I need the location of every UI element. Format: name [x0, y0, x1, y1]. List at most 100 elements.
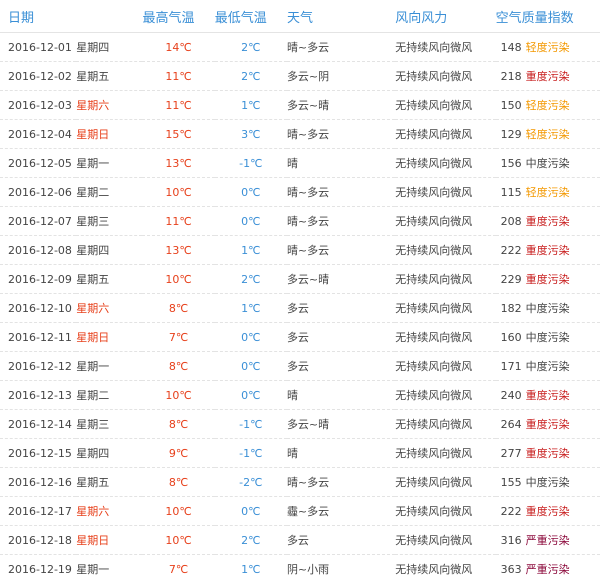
- date-cell: 2016-12-15: [0, 439, 76, 468]
- wind-cell: 无持续风向微风: [395, 468, 495, 497]
- date-cell: 2016-12-01: [0, 33, 76, 62]
- aqi-value: 160: [496, 331, 522, 344]
- wind-cell: 无持续风向微风: [395, 381, 495, 410]
- table-row: 2016-12-16星期五8℃-2℃晴~多云无持续风向微风155中度污染: [0, 468, 600, 497]
- high-temp-cell: 14℃: [142, 33, 214, 62]
- weekday-cell: 星期四: [76, 439, 142, 468]
- high-temp-cell: 8℃: [142, 410, 214, 439]
- low-temp-cell: 1℃: [215, 91, 287, 120]
- weekday-cell: 星期一: [76, 555, 142, 583]
- weather-cell: 多云: [287, 352, 395, 381]
- table-row: 2016-12-04星期日15℃3℃晴~多云无持续风向微风129轻度污染: [0, 120, 600, 149]
- aqi-cell: 150轻度污染: [496, 91, 600, 120]
- aqi-quality-label: 轻度污染: [526, 99, 570, 112]
- aqi-cell: 155中度污染: [496, 468, 600, 497]
- weekday-cell: 星期六: [76, 294, 142, 323]
- table-row: 2016-12-18星期日10℃2℃多云无持续风向微风316严重污染: [0, 526, 600, 555]
- weekday-cell: 星期二: [76, 178, 142, 207]
- aqi-cell: 218重度污染: [496, 62, 600, 91]
- weekday-cell: 星期五: [76, 62, 142, 91]
- table-row: 2016-12-10星期六8℃1℃多云无持续风向微风182中度污染: [0, 294, 600, 323]
- weather-cell: 多云: [287, 323, 395, 352]
- weather-cell: 霾~多云: [287, 497, 395, 526]
- weather-cell: 晴~多云: [287, 120, 395, 149]
- wind-cell: 无持续风向微风: [395, 265, 495, 294]
- aqi-cell: 156中度污染: [496, 149, 600, 178]
- aqi-value: 148: [496, 41, 522, 54]
- wind-cell: 无持续风向微风: [395, 207, 495, 236]
- aqi-cell: 148 轻度污染: [496, 33, 600, 62]
- date-cell: 2016-12-06: [0, 178, 76, 207]
- high-temp-cell: 8℃: [142, 352, 214, 381]
- aqi-cell: 115轻度污染: [496, 178, 600, 207]
- weekday-cell: 星期三: [76, 207, 142, 236]
- high-temp-cell: 11℃: [142, 91, 214, 120]
- date-cell: 2016-12-19: [0, 555, 76, 583]
- wind-cell: 无持续风向微风: [395, 410, 495, 439]
- aqi-quality-label: 重度污染: [526, 418, 570, 431]
- low-temp-cell: -1℃: [215, 149, 287, 178]
- aqi-value: 182: [496, 302, 522, 315]
- weekday-cell: 星期日: [76, 120, 142, 149]
- aqi-quality-label: 轻度污染: [526, 41, 570, 54]
- wind-cell: 无持续风向微风: [395, 294, 495, 323]
- weather-cell: 晴~多云: [287, 207, 395, 236]
- weekday-cell: 星期日: [76, 526, 142, 555]
- aqi-cell: 316严重污染: [496, 526, 600, 555]
- date-cell: 2016-12-04: [0, 120, 76, 149]
- date-cell: 2016-12-02: [0, 62, 76, 91]
- aqi-quality-label: 重度污染: [526, 505, 570, 518]
- aqi-quality-label: 中度污染: [526, 331, 570, 344]
- low-temp-cell: 3℃: [215, 120, 287, 149]
- aqi-value: 222: [496, 244, 522, 257]
- low-temp-cell: 1℃: [215, 555, 287, 583]
- aqi-quality-label: 严重污染: [526, 563, 570, 576]
- weekday-cell: 星期日: [76, 323, 142, 352]
- weather-cell: 晴: [287, 439, 395, 468]
- aqi-quality-label: 严重污染: [526, 534, 570, 547]
- header-wind: 风向风力: [395, 0, 495, 33]
- weather-cell: 多云~晴: [287, 91, 395, 120]
- weekday-cell: 星期六: [76, 497, 142, 526]
- high-temp-cell: 11℃: [142, 207, 214, 236]
- wind-cell: 无持续风向微风: [395, 149, 495, 178]
- aqi-quality-label: 轻度污染: [526, 128, 570, 141]
- aqi-quality-label: 重度污染: [526, 447, 570, 460]
- aqi-value: 277: [496, 447, 522, 460]
- weekday-cell: 星期五: [76, 265, 142, 294]
- header-weekday: [76, 0, 142, 33]
- high-temp-cell: 7℃: [142, 555, 214, 583]
- aqi-value: 264: [496, 418, 522, 431]
- table-row: 2016-12-15星期四9℃-1℃晴无持续风向微风277重度污染: [0, 439, 600, 468]
- low-temp-cell: 0℃: [215, 323, 287, 352]
- aqi-value: 155: [496, 476, 522, 489]
- high-temp-cell: 13℃: [142, 236, 214, 265]
- header-date: 日期: [0, 0, 76, 33]
- low-temp-cell: 0℃: [215, 381, 287, 410]
- weekday-cell: 星期一: [76, 352, 142, 381]
- weekday-cell: 星期四: [76, 236, 142, 265]
- aqi-quality-label: 中度污染: [526, 302, 570, 315]
- weather-cell: 晴~多云: [287, 178, 395, 207]
- aqi-cell: 182 中度污染: [496, 294, 600, 323]
- table-row: 2016-12-14星期三8℃-1℃多云~晴无持续风向微风264重度污染: [0, 410, 600, 439]
- low-temp-cell: 2℃: [215, 62, 287, 91]
- table-row: 2016-12-13星期二10℃0℃晴无持续风向微风240重度污染: [0, 381, 600, 410]
- wind-cell: 无持续风向微风: [395, 178, 495, 207]
- weather-cell: 多云: [287, 294, 395, 323]
- aqi-quality-label: 重度污染: [526, 215, 570, 228]
- aqi-quality-label: 重度污染: [526, 389, 570, 402]
- date-cell: 2016-12-05: [0, 149, 76, 178]
- table-row: 2016-12-01星期四14℃2℃晴~多云无持续风向微风148轻度污染: [0, 33, 600, 62]
- aqi-value: 218: [496, 70, 522, 83]
- weekday-cell: 星期一: [76, 149, 142, 178]
- aqi-value: 222: [496, 505, 522, 518]
- low-temp-cell: 0℃: [215, 207, 287, 236]
- wind-cell: 无持续风向微风: [395, 352, 495, 381]
- aqi-value: 240: [496, 389, 522, 402]
- aqi-cell: 222重度污染: [496, 236, 600, 265]
- high-temp-cell: 8℃: [142, 294, 214, 323]
- aqi-value: 208: [496, 215, 522, 228]
- low-temp-cell: -2℃: [215, 468, 287, 497]
- date-cell: 2016-12-07: [0, 207, 76, 236]
